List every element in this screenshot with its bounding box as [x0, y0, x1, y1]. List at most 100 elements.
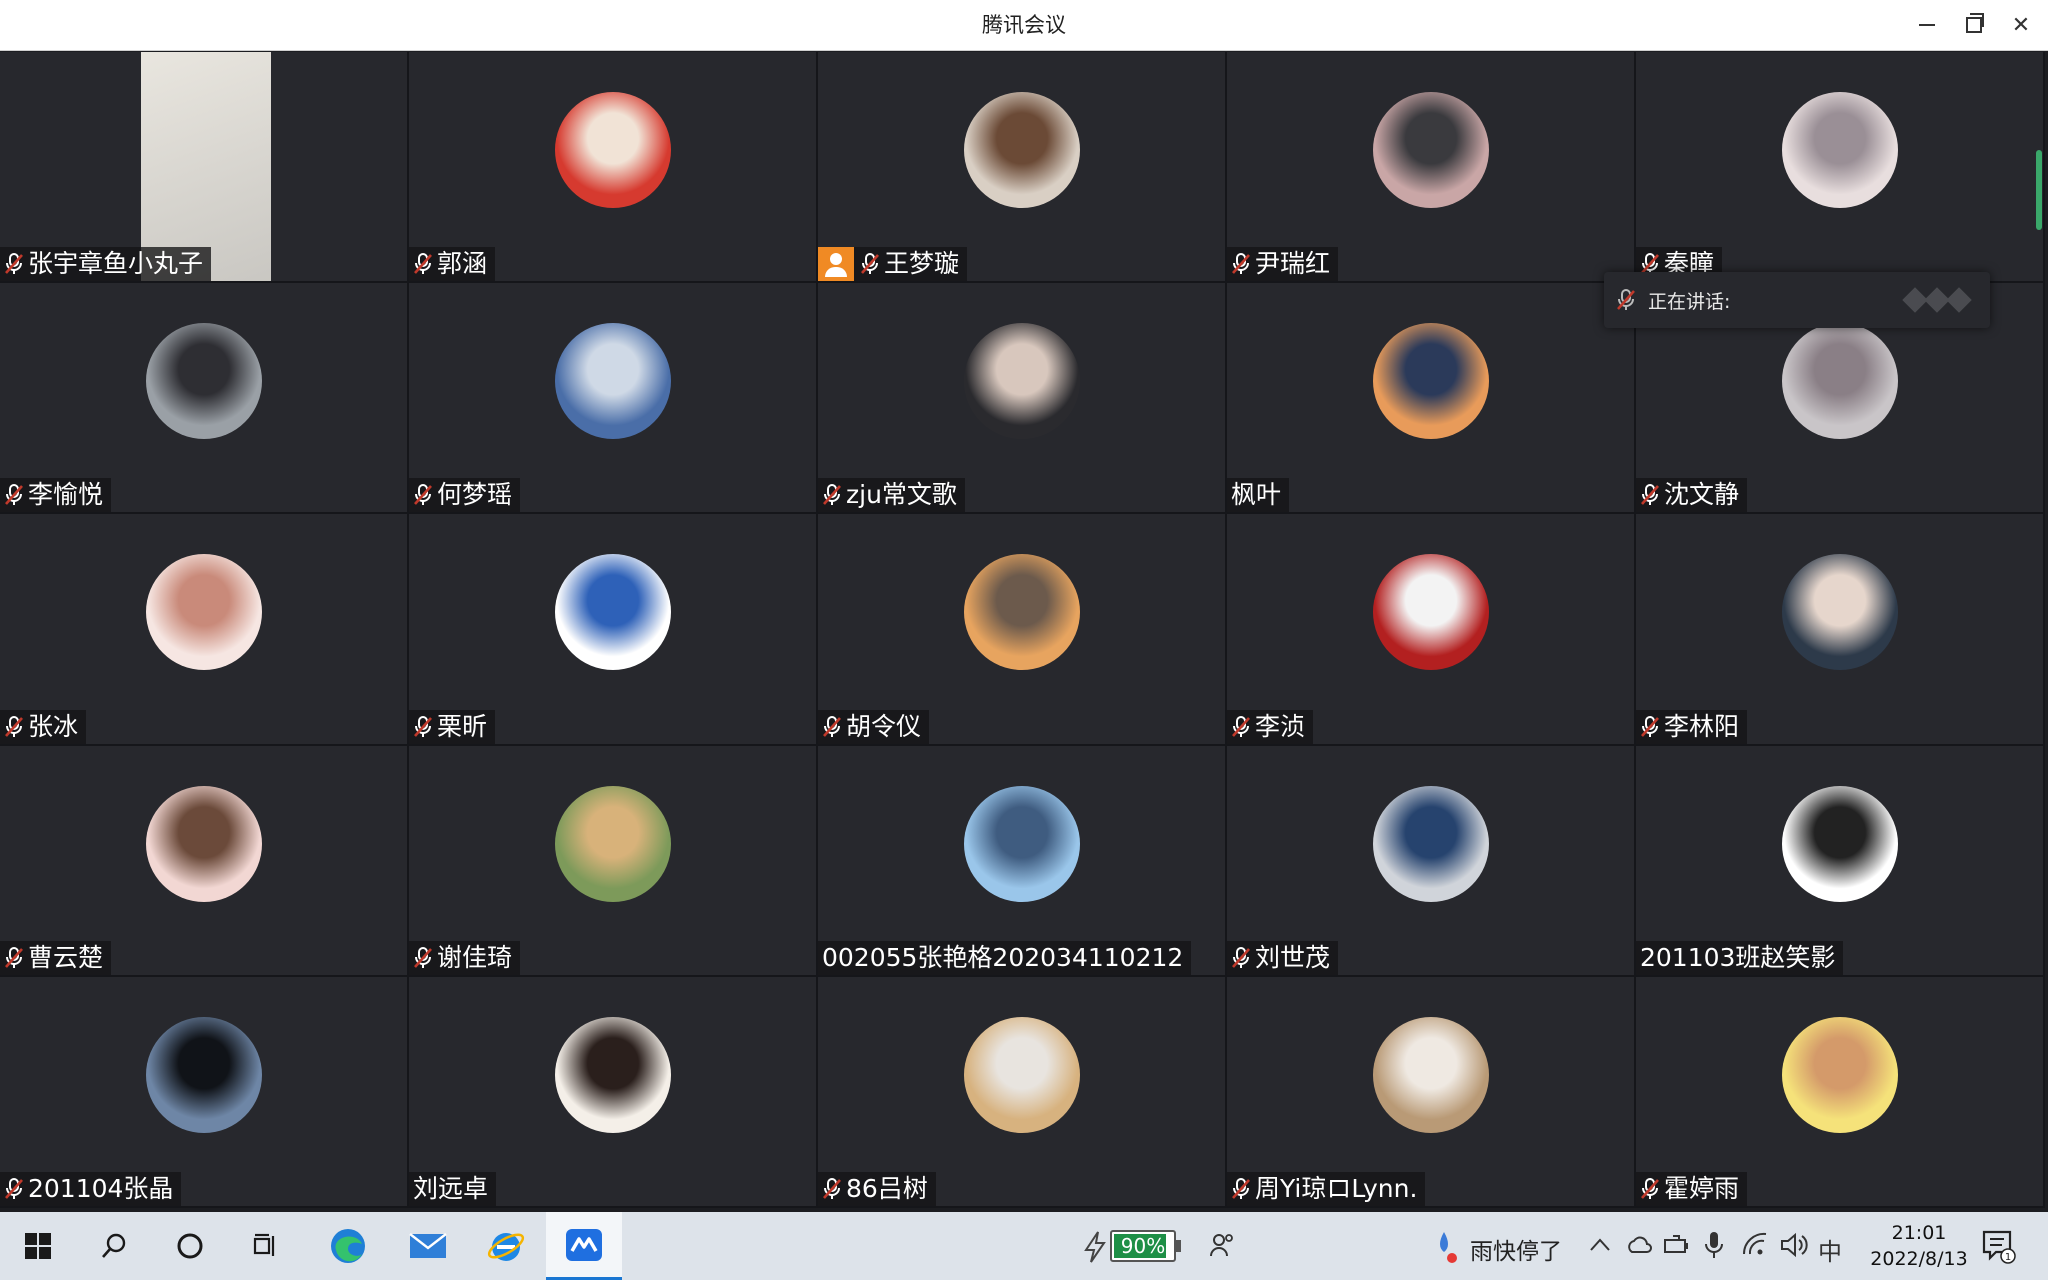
- participant-name: 刘远卓: [413, 1173, 489, 1203]
- participant-tile[interactable]: zju常文歌: [818, 283, 1227, 515]
- window-title: 腾讯会议: [982, 13, 1066, 37]
- participant-tile[interactable]: 郭涵: [409, 52, 818, 284]
- participant-avatar: [1372, 785, 1489, 902]
- participant-tile[interactable]: 张宇章鱼小丸子: [0, 52, 409, 284]
- participant-tile[interactable]: 枫叶: [1227, 283, 1636, 515]
- weather-icon: [1432, 1230, 1462, 1272]
- participant-name-tag: 王梦璇: [818, 247, 968, 282]
- participant-name-tag: 86吕树: [818, 1171, 936, 1206]
- system-clock[interactable]: 21:01 2022/8/13: [1864, 1220, 1974, 1272]
- participant-name: 枫叶: [1231, 480, 1282, 510]
- speaking-indicator-icon: [1902, 287, 1972, 313]
- participant-tile[interactable]: 201104张晶: [0, 976, 409, 1208]
- power-icon[interactable]: [1662, 1230, 1692, 1266]
- search-button[interactable]: [76, 1212, 152, 1280]
- participant-name-tag: 沈文静: [1636, 478, 1748, 513]
- volume-icon[interactable]: [1778, 1230, 1808, 1266]
- participant-tile[interactable]: 周Yi琼ロLynn.: [1227, 976, 1636, 1208]
- weather-text[interactable]: 雨快停了: [1470, 1232, 1562, 1266]
- participant-tile[interactable]: 尹瑞红: [1227, 52, 1636, 284]
- participant-avatar: [1781, 323, 1898, 440]
- tencent-meeting-icon: [566, 1228, 602, 1261]
- participant-name-tag: zju常文歌: [818, 478, 965, 513]
- participant-tile[interactable]: 李林阳: [1636, 514, 2045, 746]
- participant-name: zju常文歌: [846, 480, 957, 510]
- participant-name-tag: 胡令仪: [818, 709, 930, 744]
- edge-browser-button[interactable]: [310, 1212, 386, 1280]
- participant-tile[interactable]: 王梦璇: [818, 52, 1227, 284]
- participant-avatar: [963, 92, 1080, 208]
- participant-avatar: [963, 1016, 1080, 1133]
- edge-icon: [331, 1229, 365, 1263]
- participant-tile[interactable]: 刘远卓: [409, 976, 818, 1208]
- people-icon: [1210, 1234, 1233, 1257]
- participant-avatar: [1781, 554, 1898, 671]
- participant-avatar: [1781, 785, 1898, 902]
- participant-name-tag: 002055张艳格202034110212: [818, 940, 1192, 975]
- participant-name-tag: 尹瑞红: [1227, 247, 1339, 282]
- muted-mic-icon: [1641, 484, 1659, 506]
- speaking-label: 正在讲话:: [1648, 290, 1731, 313]
- participant-tile[interactable]: 胡令仪: [818, 514, 1227, 746]
- cloud-icon[interactable]: [1624, 1230, 1654, 1266]
- muted-mic-icon: [1641, 1177, 1659, 1199]
- people-button[interactable]: [1208, 1230, 1238, 1266]
- muted-mic-icon: [414, 715, 432, 737]
- restore-button[interactable]: [1951, 0, 1997, 50]
- chevron-up-icon[interactable]: [1588, 1230, 1612, 1266]
- ie-browser-button[interactable]: [468, 1212, 544, 1280]
- microphone-icon[interactable]: [1702, 1230, 1726, 1266]
- participant-name-tag: 谢佳琦: [409, 940, 521, 975]
- tencent-meeting-taskbar-button[interactable]: [546, 1212, 622, 1280]
- start-button[interactable]: [0, 1212, 76, 1280]
- participant-avatar: [554, 554, 671, 671]
- minimize-button[interactable]: [1904, 0, 1950, 50]
- participant-name-tag: 何梦瑶: [409, 478, 521, 513]
- notification-center-button[interactable]: 1: [1980, 1228, 2016, 1270]
- participant-name: 郭涵: [437, 249, 488, 279]
- close-button[interactable]: ✕: [1998, 0, 2044, 50]
- participant-name-tag: 李浈: [1227, 709, 1314, 744]
- participant-name-tag: 刘世茂: [1227, 940, 1339, 975]
- participant-tile[interactable]: 86吕树: [818, 976, 1227, 1208]
- host-icon: [818, 247, 854, 282]
- participant-tile[interactable]: 栗昕: [409, 514, 818, 746]
- muted-mic-icon: [861, 253, 879, 275]
- participant-name-tag: 栗昕: [409, 709, 496, 744]
- participant-tile[interactable]: 谢佳琦: [409, 745, 818, 977]
- participant-avatar: [963, 554, 1080, 671]
- scrollbar[interactable]: [2036, 150, 2042, 230]
- participant-tile[interactable]: 霍婷雨: [1636, 976, 2045, 1208]
- muted-mic-icon: [823, 484, 841, 506]
- mail-icon: [409, 1233, 447, 1258]
- participant-tile[interactable]: 张冰: [0, 514, 409, 746]
- participant-avatar: [963, 785, 1080, 902]
- participant-name: 何梦瑶: [437, 480, 513, 510]
- participant-tile[interactable]: 秦瞳: [1636, 52, 2045, 284]
- battery-indicator[interactable]: 90%: [1110, 1230, 1176, 1262]
- input-method-indicator[interactable]: 中: [1818, 1232, 1842, 1267]
- wifi-icon[interactable]: [1740, 1230, 1770, 1266]
- participant-avatar: [963, 323, 1080, 440]
- participant-tile[interactable]: 曹云楚: [0, 745, 409, 977]
- muted-mic-icon: [823, 715, 841, 737]
- participant-tile[interactable]: 201103班赵笑影: [1636, 745, 2045, 977]
- search-icon: [102, 1233, 126, 1258]
- participant-tile[interactable]: 何梦瑶: [409, 283, 818, 515]
- participant-tile[interactable]: 李愉悦: [0, 283, 409, 515]
- muted-mic-icon: [5, 484, 23, 506]
- participant-tile[interactable]: 002055张艳格202034110212: [818, 745, 1227, 977]
- participant-tile[interactable]: 刘世茂: [1227, 745, 1636, 977]
- muted-mic-icon: [5, 715, 23, 737]
- cortana-button[interactable]: [152, 1212, 228, 1280]
- mail-button[interactable]: [390, 1212, 466, 1280]
- cortana-icon: [177, 1233, 203, 1259]
- task-view-button[interactable]: [228, 1212, 304, 1280]
- participant-tile[interactable]: 李浈: [1227, 514, 1636, 746]
- participant-name: 李浈: [1255, 711, 1306, 741]
- title-bar: 腾讯会议 ✕: [0, 0, 2048, 51]
- muted-mic-icon: [414, 946, 432, 968]
- participant-name: 201104张晶: [28, 1173, 174, 1203]
- participant-avatar: [554, 785, 671, 902]
- muted-mic-icon: [5, 946, 23, 968]
